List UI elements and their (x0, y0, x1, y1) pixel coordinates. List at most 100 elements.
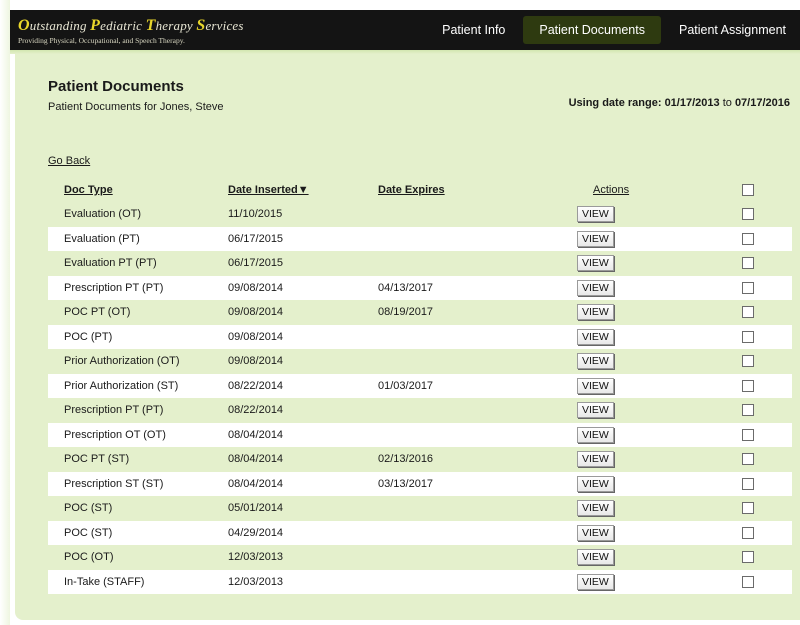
header-select-all (742, 178, 792, 202)
logo-word: herapy (155, 18, 197, 33)
select-all-checkbox[interactable] (742, 184, 754, 197)
view-button[interactable]: VIEW (577, 500, 614, 517)
row-checkbox[interactable] (742, 330, 754, 343)
row-checkbox[interactable] (742, 551, 754, 564)
row-checkbox[interactable] (742, 428, 754, 441)
header-actions-label[interactable]: Actions (593, 184, 629, 196)
header-date-expires[interactable]: Date Expires (362, 178, 577, 202)
doc-type-cell: POC (PT) (48, 324, 212, 349)
date-range-label: Using date range: (568, 97, 662, 109)
date-expires-cell (362, 226, 577, 251)
date-expires-cell: 02/13/2016 (362, 447, 577, 472)
doc-type-cell: Evaluation (OT) (48, 202, 212, 227)
view-button[interactable]: VIEW (577, 377, 614, 394)
view-button[interactable]: VIEW (577, 524, 614, 541)
logo-capital-letter: T (145, 17, 156, 34)
logo-capital-letter: P (90, 17, 101, 34)
logo-word: ediatric (100, 18, 146, 33)
actions-cell: VIEW (577, 373, 742, 398)
date-inserted-cell: 06/17/2015 (212, 251, 362, 276)
row-checkbox[interactable] (742, 453, 754, 466)
page-title: Patient Documents (48, 78, 184, 95)
header-doc-type[interactable]: Doc Type (48, 178, 212, 202)
row-checkbox[interactable] (742, 208, 754, 221)
row-checkbox[interactable] (742, 355, 754, 368)
actions-cell: VIEW (577, 300, 742, 325)
view-button[interactable]: VIEW (577, 402, 614, 419)
header-date-inserted[interactable]: Date Inserted▼ (212, 178, 362, 202)
view-button[interactable]: VIEW (577, 451, 614, 468)
actions-cell: VIEW (577, 422, 742, 447)
table-row: POC PT (ST) 08/04/2014 02/13/2016 VIEW (48, 447, 792, 472)
doc-type-cell: Prescription PT (PT) (48, 398, 212, 423)
logo-title: Outstanding Pediatric Therapy Services (18, 17, 244, 35)
row-checkbox[interactable] (742, 502, 754, 515)
date-inserted-cell: 12/03/2013 (212, 545, 362, 570)
date-inserted-cell: 08/22/2014 (212, 373, 362, 398)
date-expires-cell (362, 520, 577, 545)
doc-type-cell: Prior Authorization (OT) (48, 349, 212, 374)
select-cell (742, 373, 792, 398)
row-checkbox[interactable] (742, 306, 754, 319)
row-checkbox[interactable] (742, 575, 754, 588)
select-cell (742, 324, 792, 349)
date-inserted-cell: 12/03/2013 (212, 569, 362, 594)
date-expires-cell: 08/19/2017 (362, 300, 577, 325)
page-subtitle: Patient Documents for Jones, Steve (48, 101, 224, 113)
header-actions[interactable]: Actions (577, 178, 742, 202)
actions-cell: VIEW (577, 447, 742, 472)
table-row: POC PT (OT) 09/08/2014 08/19/2017 VIEW (48, 300, 792, 325)
select-cell (742, 251, 792, 276)
table-row: Prior Authorization (ST) 08/22/2014 01/03/… (48, 373, 792, 398)
date-inserted-cell: 05/01/2014 (212, 496, 362, 521)
doc-type-cell: Prescription OT (OT) (48, 422, 212, 447)
view-button[interactable]: VIEW (577, 279, 614, 296)
select-cell (742, 471, 792, 496)
logo-word: ervices (205, 18, 244, 33)
main-nav: Patient Info Patient Documents Patient A… (428, 10, 800, 50)
view-button[interactable]: VIEW (577, 255, 614, 272)
company-logo[interactable]: Outstanding Pediatric Therapy Services P… (18, 17, 244, 45)
date-expires-cell: 03/13/2017 (362, 471, 577, 496)
view-button[interactable]: VIEW (577, 304, 614, 321)
view-button[interactable]: VIEW (577, 573, 614, 590)
select-cell (742, 202, 792, 227)
view-button[interactable]: VIEW (577, 230, 614, 247)
row-checkbox[interactable] (742, 379, 754, 392)
date-expires-cell: 01/03/2017 (362, 373, 577, 398)
row-checkbox[interactable] (742, 257, 754, 270)
date-from: 01/17/2013 (664, 97, 720, 109)
table-row: Prescription OT (OT) 08/04/2014 VIEW (48, 422, 792, 447)
table-row: Evaluation PT (PT) 06/17/2015 VIEW (48, 251, 792, 276)
nav-patient-documents[interactable]: Patient Documents (523, 16, 661, 44)
view-button[interactable]: VIEW (577, 549, 614, 566)
view-button[interactable]: VIEW (577, 353, 614, 370)
view-button[interactable]: VIEW (577, 426, 614, 443)
date-inserted-cell: 08/22/2014 (212, 398, 362, 423)
actions-cell: VIEW (577, 202, 742, 227)
actions-cell: VIEW (577, 324, 742, 349)
actions-cell: VIEW (577, 520, 742, 545)
date-expires-cell: 04/13/2017 (362, 275, 577, 300)
nav-patient-assignment[interactable]: Patient Assignment (665, 10, 800, 50)
doc-type-cell: POC (ST) (48, 496, 212, 521)
row-checkbox[interactable] (742, 232, 754, 245)
date-expires-cell (362, 545, 577, 570)
select-cell (742, 275, 792, 300)
view-button[interactable]: VIEW (577, 328, 614, 345)
date-inserted-cell: 06/17/2015 (212, 226, 362, 251)
row-checkbox[interactable] (742, 404, 754, 417)
date-expires-cell (362, 202, 577, 227)
date-expires-cell (362, 569, 577, 594)
select-cell (742, 226, 792, 251)
date-inserted-cell: 09/08/2014 (212, 324, 362, 349)
date-expires-cell (362, 349, 577, 374)
view-button[interactable]: VIEW (577, 475, 614, 492)
row-checkbox[interactable] (742, 477, 754, 490)
table-row: Prior Authorization (OT) 09/08/2014 VIEW (48, 349, 792, 374)
row-checkbox[interactable] (742, 281, 754, 294)
go-back-link[interactable]: Go Back (48, 155, 90, 167)
row-checkbox[interactable] (742, 526, 754, 539)
nav-patient-info[interactable]: Patient Info (428, 10, 519, 50)
view-button[interactable]: VIEW (577, 206, 614, 223)
